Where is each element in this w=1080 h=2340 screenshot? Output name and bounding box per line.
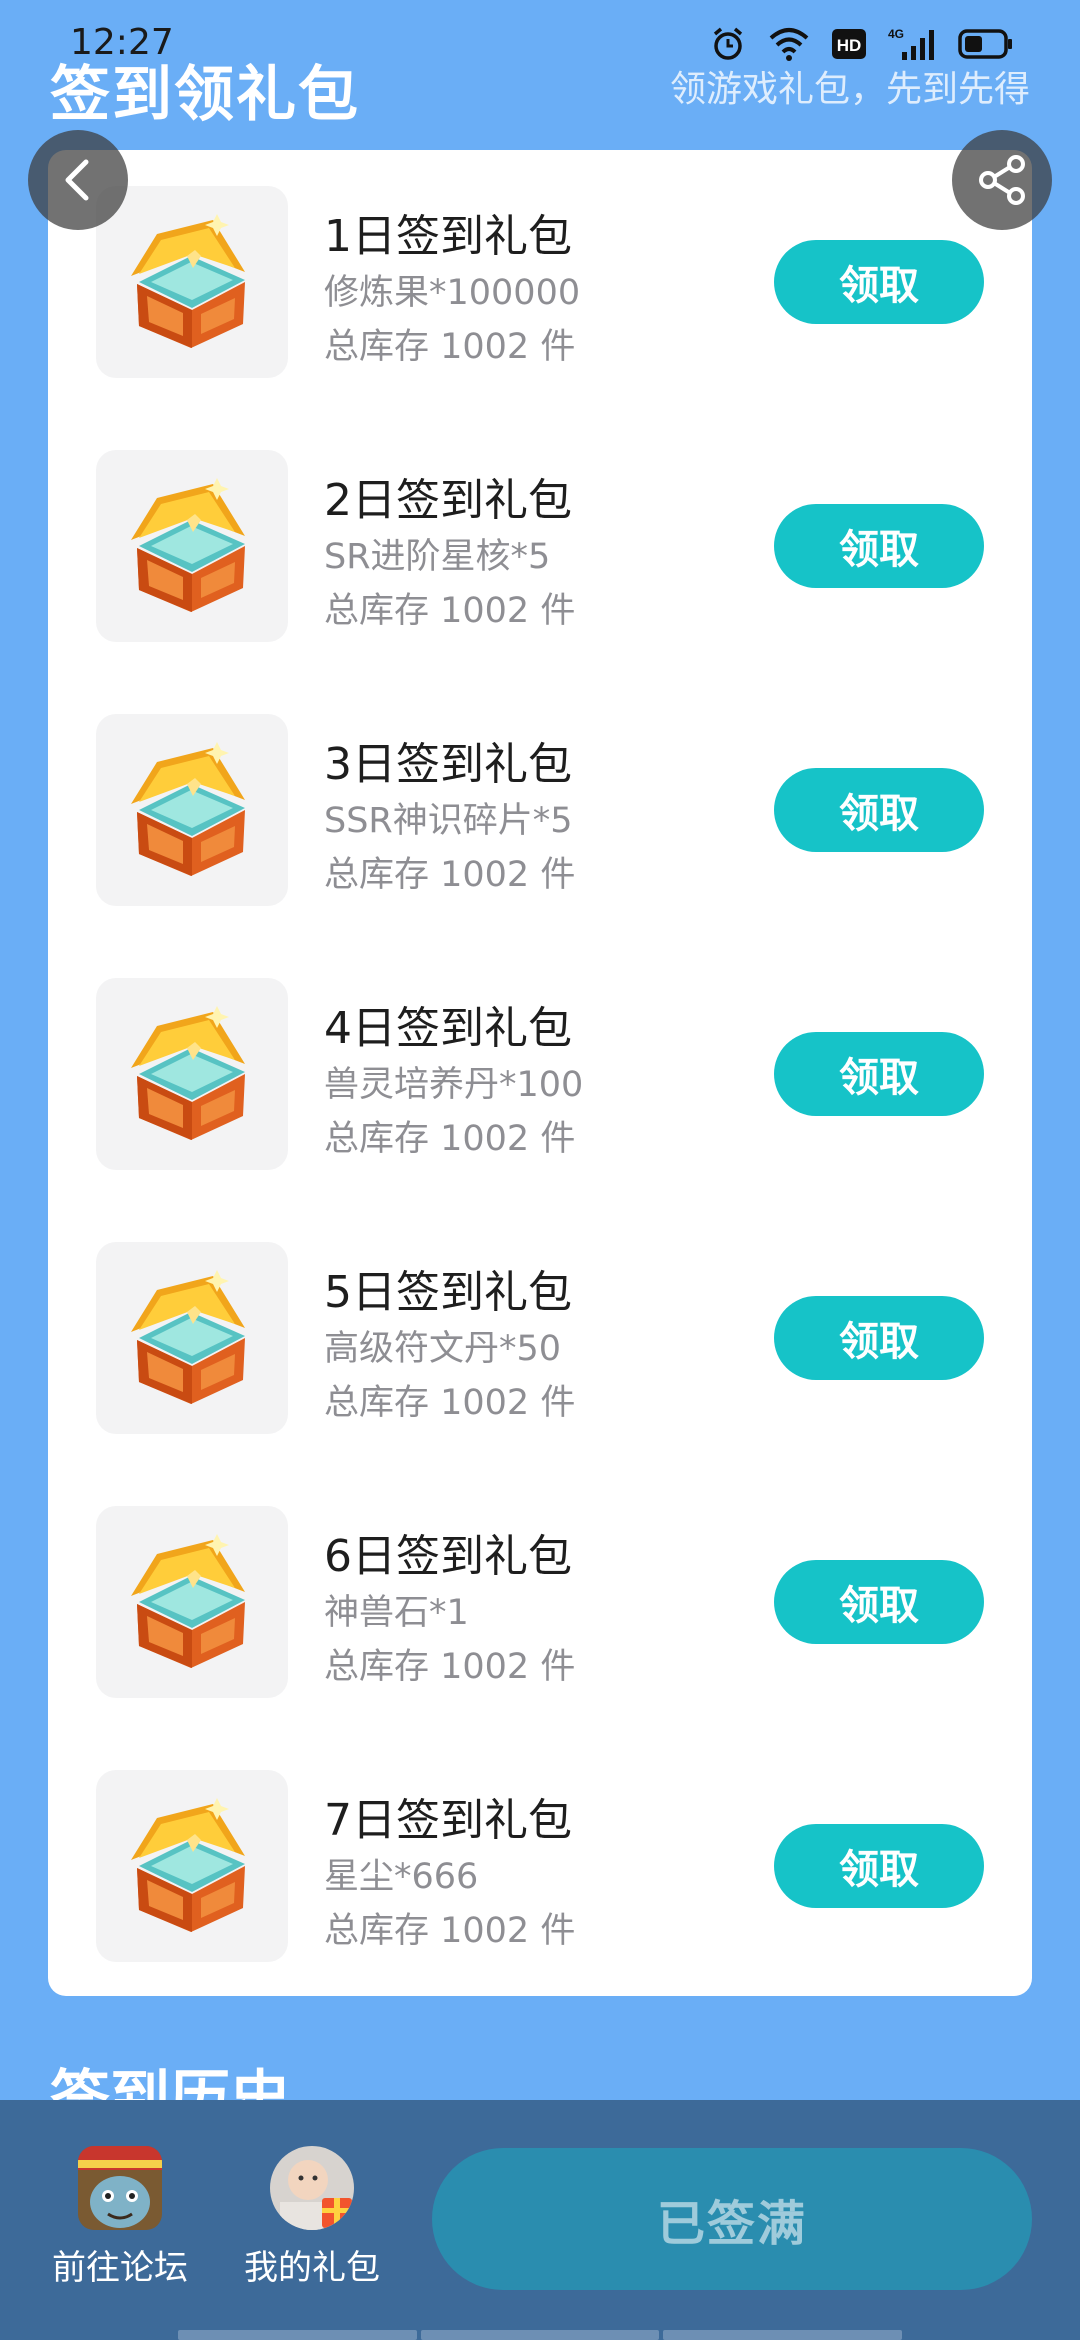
gift-name: 6日签到礼包 xyxy=(324,1531,572,1582)
hd-text: HD xyxy=(837,36,862,55)
treasure-chest-icon xyxy=(131,214,245,348)
chevron-left-icon xyxy=(65,159,89,201)
claim-button[interactable]: 领取 xyxy=(774,1296,984,1380)
gift-name: 3日签到礼包 xyxy=(324,739,572,790)
page-title: 签到领礼包 xyxy=(50,60,360,130)
treasure-chest-icon xyxy=(131,742,245,876)
gift-thumbnail xyxy=(96,1770,288,1962)
gift-list-card: 1日签到礼包 修炼果*100000 总库存 1002 件 领取 2日签到礼包 S… xyxy=(48,150,1032,1996)
gift-name: 4日签到礼包 xyxy=(324,1003,572,1054)
share-icon xyxy=(979,155,1025,205)
gift-thumbnail xyxy=(96,1506,288,1698)
share-button[interactable] xyxy=(952,130,1052,230)
gift-item: 星尘*666 xyxy=(324,1857,479,1897)
gift-stock: 总库存 1002 件 xyxy=(324,327,576,367)
claim-button[interactable]: 领取 xyxy=(774,240,984,324)
gift-item: 修炼果*100000 xyxy=(324,273,581,313)
game-avatar-icon xyxy=(78,2146,162,2230)
gift-item: SR进阶星核*5 xyxy=(324,537,551,577)
treasure-chest-icon xyxy=(131,1270,245,1404)
page-subtitle: 领游戏礼包，先到先得 xyxy=(669,69,1030,110)
gift-row-5: 5日签到礼包 高级符文丹*50 总库存 1002 件 领取 xyxy=(48,1206,1032,1470)
back-button[interactable] xyxy=(28,130,128,230)
gift-name: 1日签到礼包 xyxy=(324,211,572,262)
gift-thumbnail xyxy=(96,714,288,906)
gift-thumbnail xyxy=(96,1242,288,1434)
gift-item: 高级符文丹*50 xyxy=(324,1329,562,1369)
forum-label: 前往论坛 xyxy=(52,2248,188,2288)
gift-name: 2日签到礼包 xyxy=(324,475,572,526)
gift-item: 神兽石*1 xyxy=(324,1593,469,1633)
my-gifts-button[interactable]: 我的礼包 xyxy=(242,2146,382,2289)
forum-button[interactable]: 前往论坛 xyxy=(50,2146,190,2289)
claim-button[interactable]: 领取 xyxy=(774,1032,984,1116)
gift-thumbnail xyxy=(96,978,288,1170)
gift-stock: 总库存 1002 件 xyxy=(324,1647,576,1687)
gift-stock: 总库存 1002 件 xyxy=(324,1911,576,1951)
gift-thumbnail xyxy=(96,450,288,642)
gift-stock: 总库存 1002 件 xyxy=(324,1383,576,1423)
claim-button[interactable]: 领取 xyxy=(774,768,984,852)
gift-stock: 总库存 1002 件 xyxy=(324,591,576,631)
gift-row-3: 3日签到礼包 SSR神识碎片*5 总库存 1002 件 领取 xyxy=(48,678,1032,942)
claim-button[interactable]: 领取 xyxy=(774,1824,984,1908)
home-indicator xyxy=(178,2330,903,2340)
gift-row-7: 7日签到礼包 星尘*666 总库存 1002 件 领取 xyxy=(48,1734,1032,1996)
gift-row-2: 2日签到礼包 SR进阶星核*5 总库存 1002 件 领取 xyxy=(48,414,1032,678)
gift-stock: 总库存 1002 件 xyxy=(324,1119,576,1159)
treasure-chest-icon xyxy=(131,478,245,612)
signed-full-button[interactable]: 已签满 xyxy=(432,2148,1032,2290)
gift-thumbnail xyxy=(96,186,288,378)
my-gifts-label: 我的礼包 xyxy=(244,2248,380,2288)
hd-icon: HD xyxy=(832,29,866,63)
user-gift-avatar-icon xyxy=(270,2146,354,2230)
treasure-chest-icon xyxy=(131,1534,245,1668)
claim-button[interactable]: 领取 xyxy=(774,1560,984,1644)
page: 12:27 HD 4G 签到领礼包 领游戏礼包，先到先得 1日签到礼包 修炼果*… xyxy=(0,0,1080,2340)
network-type-text: 4G xyxy=(888,27,904,41)
gift-row-1: 1日签到礼包 修炼果*100000 总库存 1002 件 领取 xyxy=(48,150,1032,414)
gift-name: 5日签到礼包 xyxy=(324,1267,572,1318)
battery-icon xyxy=(958,29,1014,63)
gift-row-4: 4日签到礼包 兽灵培养丹*100 总库存 1002 件 领取 xyxy=(48,942,1032,1206)
gift-name: 7日签到礼包 xyxy=(324,1795,572,1846)
treasure-chest-icon xyxy=(131,1006,245,1140)
gift-item: SSR神识碎片*5 xyxy=(324,801,573,841)
claim-button[interactable]: 领取 xyxy=(774,504,984,588)
gift-stock: 总库存 1002 件 xyxy=(324,855,576,895)
gift-item: 兽灵培养丹*100 xyxy=(324,1065,584,1105)
treasure-chest-icon xyxy=(131,1798,245,1932)
bottom-bar: 前往论坛 我的礼包 已签满 xyxy=(0,2100,1080,2340)
gift-row-6: 6日签到礼包 神兽石*1 总库存 1002 件 领取 xyxy=(48,1470,1032,1734)
